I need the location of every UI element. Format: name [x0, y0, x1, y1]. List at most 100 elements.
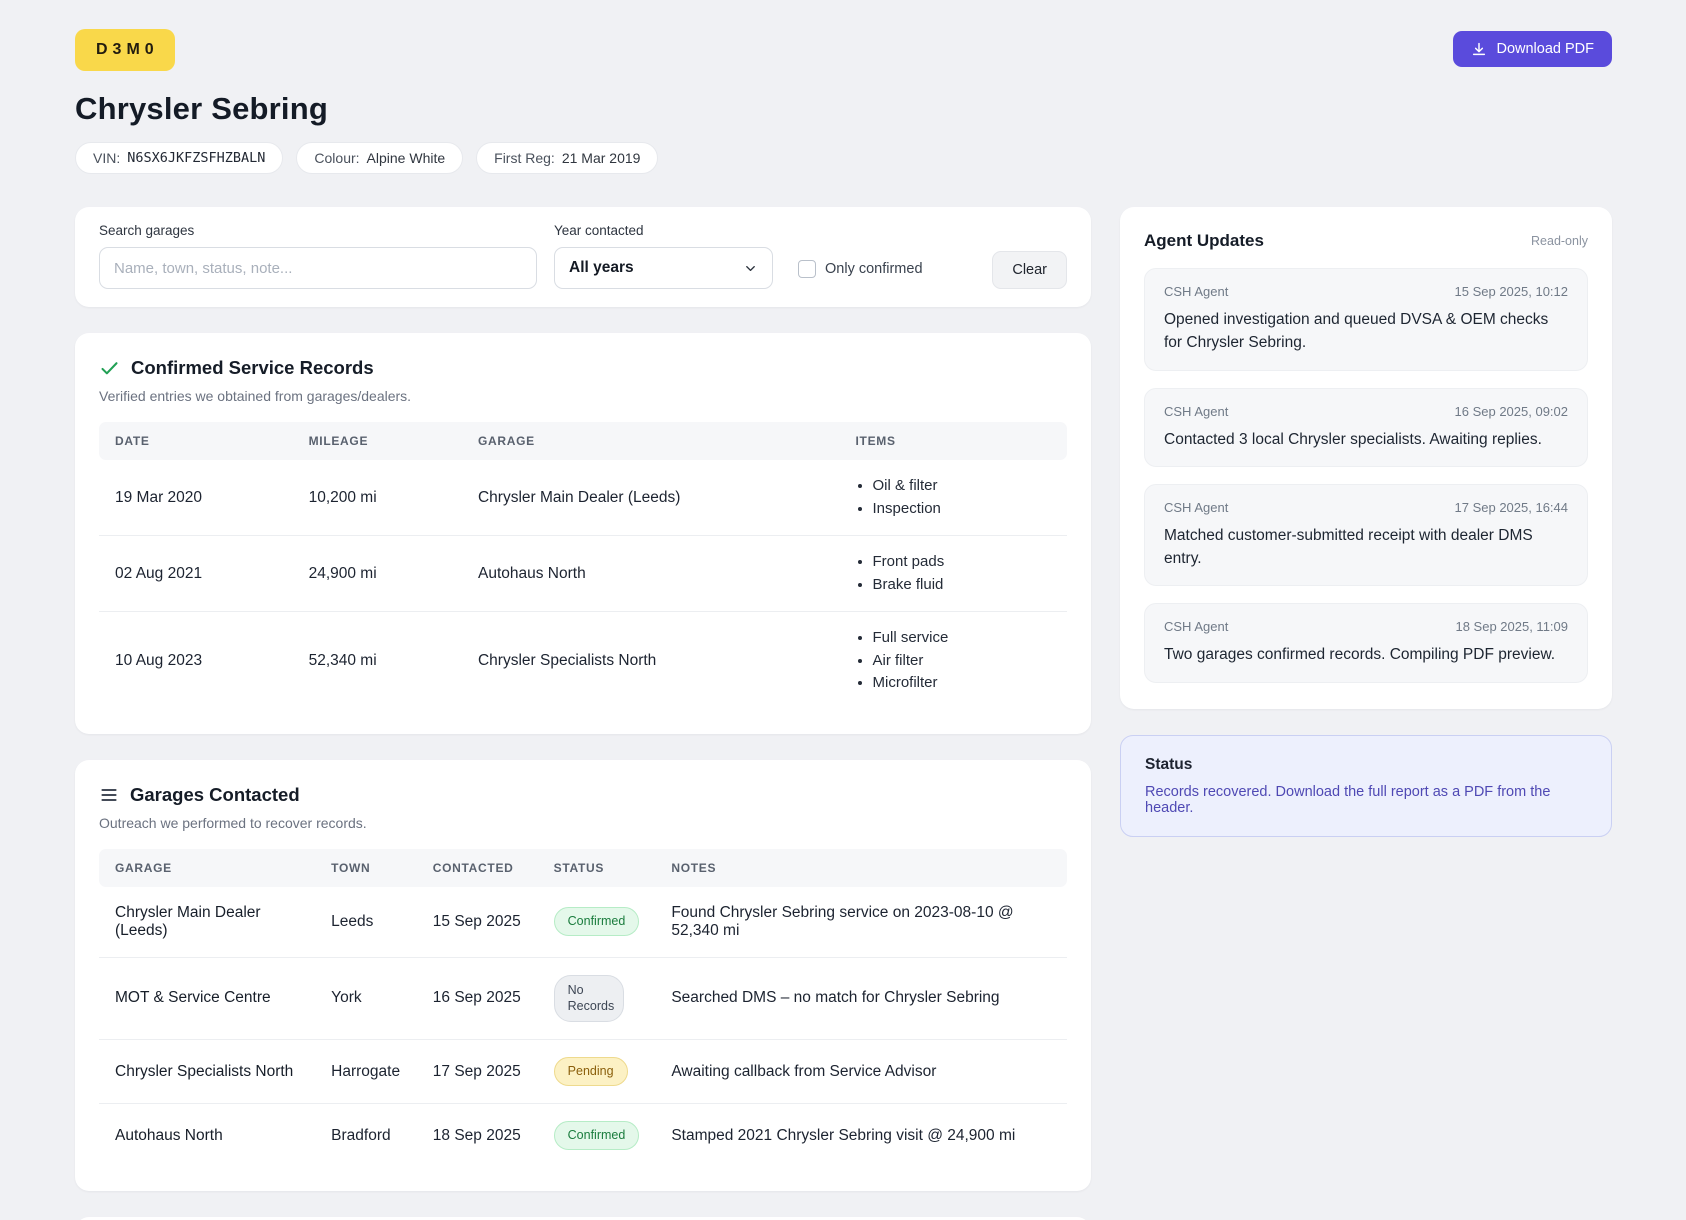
agent-update-card: CSH Agent 18 Sep 2025, 11:09 Two garages…: [1144, 603, 1588, 683]
garage-contacted: 16 Sep 2025: [416, 956, 538, 1040]
first-reg-chip: First Reg: 21 Mar 2019: [476, 142, 659, 174]
confirmed-records-title: Confirmed Service Records: [131, 357, 374, 378]
status-title: Status: [1145, 755, 1193, 773]
page: D3M0 Download PDF Chrysler Sebring VIN: …: [0, 0, 1686, 1220]
garage-notes: Awaiting callback from Service Advisor: [655, 1039, 1067, 1104]
download-pdf-label: Download PDF: [1496, 41, 1594, 57]
record-date: 10 Aug 2023: [99, 611, 293, 710]
garage-town: Bradford: [315, 1103, 417, 1167]
garage-notes: Stamped 2021 Chrysler Sebring visit @ 24…: [655, 1103, 1067, 1167]
record-items: Full service Air filter Microfilter: [856, 627, 1052, 695]
agent-updates-title: Agent Updates: [1144, 231, 1264, 250]
chevron-down-icon: [743, 261, 758, 276]
status-badge: Pending: [553, 1057, 628, 1087]
agent-timestamp: 17 Sep 2025, 16:44: [1454, 499, 1569, 515]
col-header-items: Items: [839, 422, 1067, 460]
main-column: Search garages Year contacted All years …: [75, 207, 1091, 1220]
agent-update-card: CSH Agent 16 Sep 2025, 09:02 Contacted 3…: [1144, 387, 1588, 467]
service-item: Air filter: [873, 650, 1052, 673]
page-title: Chrysler Sebring: [75, 91, 329, 126]
download-pdf-button[interactable]: Download PDF: [1453, 31, 1612, 67]
status-badge: Confirmed: [553, 907, 640, 936]
confirmed-records-table: Date Mileage Garage Items 19 Mar 2020 10…: [99, 422, 1067, 710]
service-item: Front pads: [873, 551, 1052, 574]
record-mileage: 10,200 mi: [308, 488, 377, 506]
garage-notes: Searched DMS – no match for Chrysler Seb…: [655, 956, 1067, 1040]
check-icon: [99, 358, 120, 379]
download-icon: [1471, 41, 1487, 57]
service-item: Inspection: [873, 498, 1052, 521]
confirmed-records-panel: Confirmed Service Records Verified entri…: [75, 333, 1091, 734]
col-header-notes: Notes: [655, 848, 1067, 887]
table-header-row: Garage Town Contacted Status Notes: [99, 848, 1067, 887]
record-garage: Chrysler Specialists North: [461, 611, 840, 710]
filter-bar: Search garages Year contacted All years …: [75, 207, 1091, 307]
vehicle-chips: VIN: N6SX6JKFZSFHZBALN Colour: Alpine Wh…: [75, 142, 1612, 174]
first-reg-label: First Reg:: [494, 150, 555, 166]
year-select-value: All years: [569, 259, 634, 276]
garage-contacted: 18 Sep 2025: [416, 1103, 538, 1167]
record-date: 19 Mar 2020: [115, 488, 203, 506]
garages-contacted-table: Garage Town Contacted Status Notes Chrys…: [99, 848, 1067, 1167]
search-label: Search garages: [99, 223, 195, 238]
clear-button[interactable]: Clear: [992, 251, 1067, 289]
garages-contacted-subtitle: Outreach we performed to recover records…: [99, 814, 367, 831]
vin-label: VIN:: [93, 150, 121, 166]
table-row: 02 Aug 2021 24,900 mi Autohaus North Fro…: [99, 535, 1067, 612]
table-header-row: Date Mileage Garage Items: [99, 422, 1067, 460]
garages-contacted-title: Garages Contacted: [130, 783, 300, 805]
only-confirmed-group: Only confirmed: [798, 260, 923, 278]
vin-value: N6SX6JKFZSFHZBALN: [127, 150, 266, 166]
service-item: Brake fluid: [873, 574, 1052, 597]
col-header-garage: Garage: [461, 422, 840, 460]
confirmed-records-subtitle: Verified entries we obtained from garage…: [99, 388, 412, 404]
garage-name: Chrysler Main Dealer (Leeds): [115, 903, 261, 939]
garage-town: Harrogate: [315, 1039, 417, 1104]
colour-value: Alpine White: [366, 150, 446, 166]
garages-contacted-panel: Garages Contacted Outreach we performed …: [75, 759, 1091, 1191]
table-row: Autohaus North Bradford 18 Sep 2025 Conf…: [99, 1103, 1067, 1167]
demo-badge: D3M0: [75, 29, 175, 71]
record-items: Front pads Brake fluid: [856, 551, 1052, 596]
table-row: 10 Aug 2023 52,340 mi Chrysler Specialis…: [99, 611, 1067, 710]
agent-timestamp: 16 Sep 2025, 09:02: [1454, 403, 1569, 419]
status-badge: No Records: [553, 974, 624, 1023]
service-item: Microfilter: [873, 672, 1052, 695]
record-garage: Chrysler Main Dealer (Leeds): [477, 488, 681, 506]
col-header-mileage: Mileage: [292, 422, 462, 460]
agent-timestamp: 18 Sep 2025, 11:09: [1455, 619, 1568, 635]
service-item: Full service: [873, 627, 1052, 650]
sidebar: Agent Updates Read-only CSH Agent 15 Sep…: [1120, 207, 1612, 837]
record-items: Oil & filter Inspection: [856, 475, 1052, 520]
garage-name: Autohaus North: [99, 1103, 316, 1167]
menu-lines-icon: [99, 785, 119, 805]
year-select[interactable]: All years: [554, 247, 773, 289]
agent-message: Matched customer-submitted receipt with …: [1164, 526, 1533, 567]
col-header-town: Town: [315, 848, 417, 887]
only-confirmed-checkbox[interactable]: [798, 260, 816, 278]
year-field-group: Year contacted All years: [554, 223, 773, 289]
table-row: Chrysler Specialists North Harrogate 17 …: [99, 1039, 1067, 1104]
garage-notes: Found Chrysler Sebring service on 2023-0…: [671, 903, 1014, 939]
search-input[interactable]: [99, 247, 537, 289]
service-item: Oil & filter: [873, 475, 1052, 498]
readonly-label: Read-only: [1531, 234, 1588, 248]
agent-name: CSH Agent: [1164, 619, 1229, 635]
agent-update-card: CSH Agent 17 Sep 2025, 16:44 Matched cus…: [1144, 483, 1588, 587]
search-field-group: Search garages: [99, 223, 537, 289]
table-row: 19 Mar 2020 10,200 mi Chrysler Main Deal…: [99, 460, 1067, 536]
status-badge: Confirmed: [553, 1121, 640, 1150]
col-header-date: Date: [99, 422, 293, 460]
agent-message: Two garages confirmed records. Compiling…: [1164, 646, 1556, 664]
agent-updates-panel: Agent Updates Read-only CSH Agent 15 Sep…: [1120, 207, 1612, 709]
record-mileage: 24,900 mi: [292, 535, 462, 612]
record-mileage: 52,340 mi: [292, 611, 462, 710]
agent-name: CSH Agent: [1164, 403, 1229, 419]
header: D3M0 Download PDF: [75, 29, 1612, 71]
record-garage: Autohaus North: [461, 535, 840, 612]
status-message: Records recovered. Download the full rep…: [1145, 783, 1551, 816]
agent-name: CSH Agent: [1164, 499, 1229, 515]
agent-message: Opened investigation and queued DVSA & O…: [1164, 311, 1549, 352]
agent-message: Contacted 3 local Chrysler specialists. …: [1164, 430, 1542, 448]
colour-label: Colour:: [314, 150, 360, 166]
